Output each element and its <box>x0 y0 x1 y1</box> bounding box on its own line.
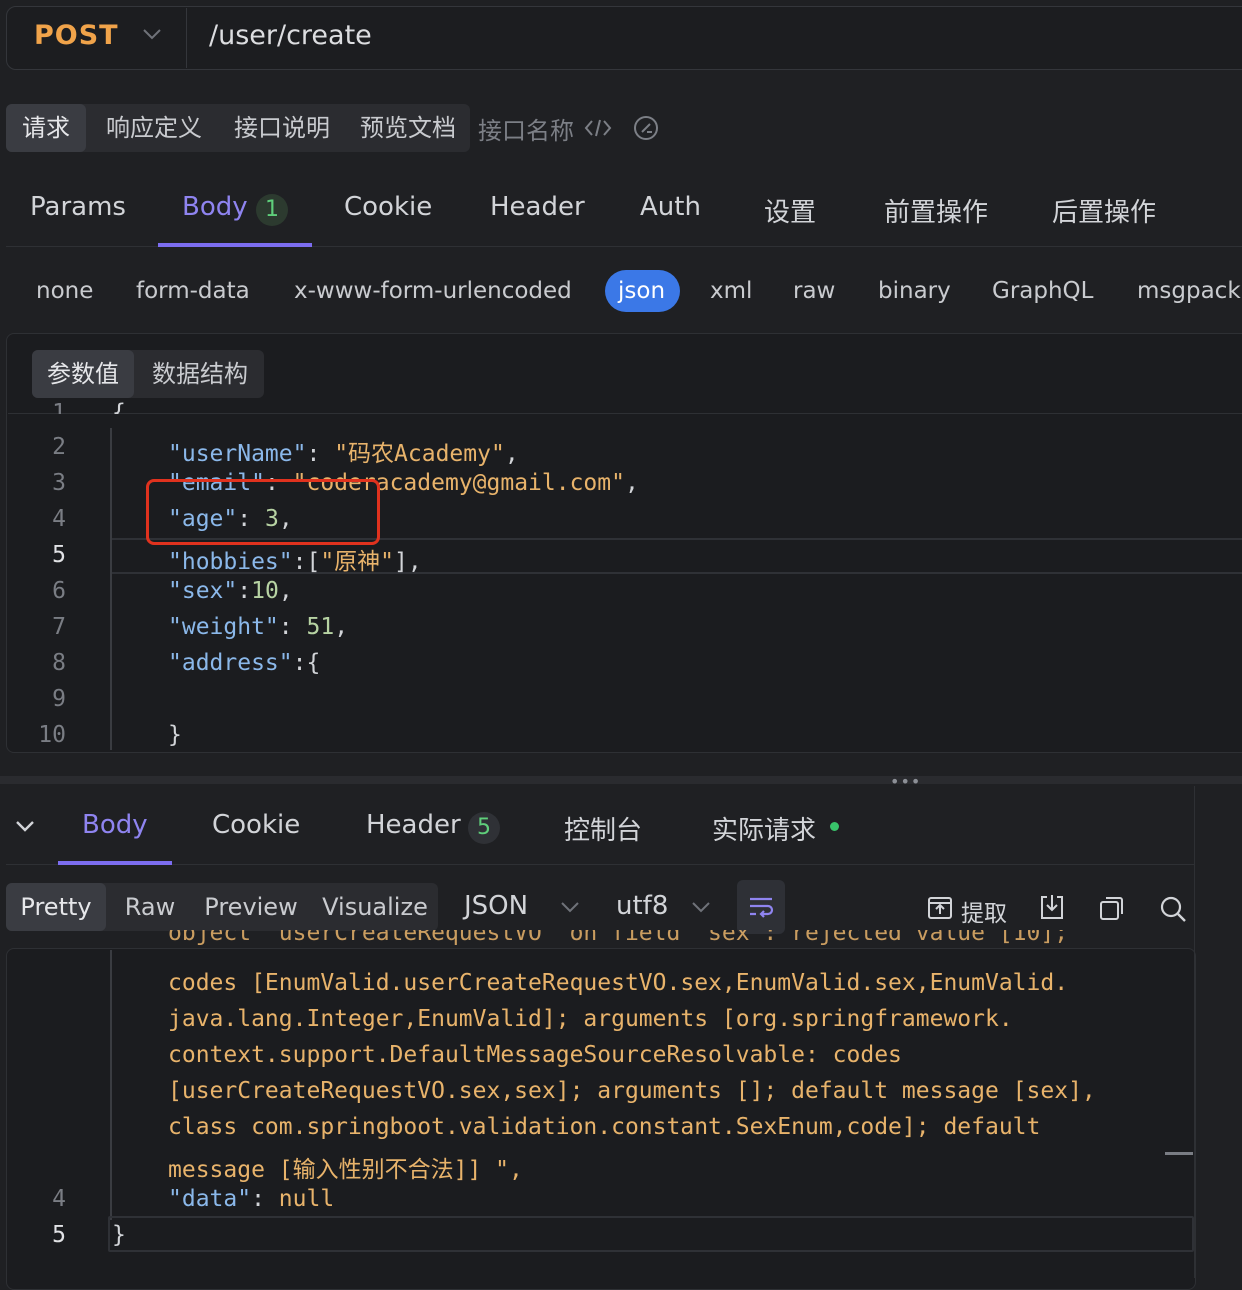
response-tab-cookie[interactable]: Cookie <box>212 810 300 840</box>
response-line: class com.springboot.validation.constant… <box>168 1114 1041 1140</box>
search-icon[interactable] <box>1158 894 1188 924</box>
format-select[interactable]: JSON <box>464 891 528 921</box>
line-number: 6 <box>52 578 66 604</box>
url-divider <box>186 8 187 68</box>
response-line: "data": null <box>168 1186 335 1212</box>
body-type-raw[interactable]: raw <box>793 278 835 304</box>
code-line: "sex":10, <box>168 578 293 604</box>
url-bar <box>6 6 1242 70</box>
response-line: message [输入性别不合法]] ", <box>168 1157 523 1183</box>
code-line: "address":{ <box>168 650 321 676</box>
chevron-down-icon[interactable] <box>140 22 164 46</box>
editor-divider <box>8 413 1242 414</box>
indent-guide <box>110 950 112 1220</box>
response-tab-actual-request[interactable]: 实际请求 <box>712 810 816 847</box>
word-wrap-button[interactable] <box>737 880 785 934</box>
tab-request[interactable]: 请求 <box>6 104 86 152</box>
request-tabs: 请求 响应定义 接口说明 预览文档 <box>6 104 470 152</box>
view-visualize[interactable]: Visualize <box>312 883 438 931</box>
annotation-highlight-box <box>146 479 380 545</box>
line-number: 2 <box>52 434 66 460</box>
response-line: codes [EnumValid.userCreateRequestVO.sex… <box>168 970 1069 996</box>
chevron-down-icon[interactable] <box>689 896 713 918</box>
status-dot <box>830 822 839 831</box>
indent-guide <box>110 428 112 750</box>
response-line: [userCreateRequestVO.sex,sex]; arguments… <box>168 1078 1096 1104</box>
copy-icon[interactable] <box>1098 894 1126 922</box>
view-preview[interactable]: Preview <box>190 883 312 931</box>
line-number: 1 <box>52 400 66 414</box>
view-mode-tabs: Pretty Raw Preview Visualize <box>6 883 438 931</box>
tab-auth[interactable]: Auth <box>640 192 701 222</box>
line-number: 5 <box>52 1222 66 1248</box>
tab-data-schema[interactable]: 数据结构 <box>136 350 264 398</box>
line-number: 7 <box>52 614 66 640</box>
tab-params[interactable]: Params <box>30 192 126 222</box>
line-number: 5 <box>52 542 66 568</box>
line-number: 4 <box>52 506 66 532</box>
body-type-xml[interactable]: xml <box>710 278 752 304</box>
body-type-urlencoded[interactable]: x-www-form-urlencoded <box>294 278 572 304</box>
tab-header[interactable]: Header <box>490 192 585 222</box>
line-number: 4 <box>52 1186 66 1212</box>
line-number: 3 <box>52 470 66 496</box>
line-number: 8 <box>52 650 66 676</box>
tab-preview-doc[interactable]: 预览文档 <box>346 104 470 152</box>
response-tab-header[interactable]: Header <box>366 810 461 840</box>
code-line: "hobbies":["原神"], <box>168 549 422 575</box>
body-type-msgpack[interactable]: msgpack <box>1137 278 1241 304</box>
tab-api-description[interactable]: 接口说明 <box>216 104 348 152</box>
encoding-select[interactable]: utf8 <box>616 891 668 921</box>
response-line: context.support.DefaultMessageSourceReso… <box>168 1042 902 1068</box>
drag-handle-icon[interactable]: ••• <box>890 772 921 791</box>
chevron-down-icon[interactable] <box>558 896 582 918</box>
code-brace-close: } <box>168 722 182 748</box>
url-input[interactable]: /user/create <box>209 20 372 51</box>
collapse-chevron-icon[interactable] <box>12 814 38 838</box>
tab-response-definition[interactable]: 响应定义 <box>92 104 216 152</box>
code-line: "weight": 51, <box>168 614 349 640</box>
tab-pre-operations[interactable]: 前置操作 <box>884 192 988 229</box>
response-line: object 'userCreateRequestVO' on field 's… <box>168 930 1069 946</box>
wrap-icon <box>750 897 774 918</box>
body-type-none[interactable]: none <box>36 278 93 304</box>
api-name-input[interactable]: 接口名称 <box>478 111 574 146</box>
extract-button[interactable]: 提取 <box>961 894 1007 928</box>
view-pretty[interactable]: Pretty <box>6 883 106 931</box>
response-line: java.lang.Integer,EnumValid]; arguments … <box>168 1006 1013 1032</box>
active-response-tab-indicator <box>58 861 172 865</box>
tab-settings[interactable]: 设置 <box>764 192 816 229</box>
panel-splitter[interactable] <box>0 776 1242 784</box>
line-number: 10 <box>38 722 66 748</box>
panel-border <box>1194 786 1195 1278</box>
download-icon[interactable] <box>1038 892 1066 922</box>
body-type-binary[interactable]: binary <box>878 278 951 304</box>
body-type-form-data[interactable]: form-data <box>136 278 250 304</box>
scrollbar-thumb[interactable] <box>1165 1152 1193 1155</box>
view-raw[interactable]: Raw <box>110 883 190 931</box>
active-tab-indicator <box>158 243 312 247</box>
edit-circle-icon[interactable] <box>632 114 660 142</box>
header-count-badge: 5 <box>468 812 500 844</box>
response-tab-console[interactable]: 控制台 <box>564 810 642 847</box>
code-brace-open: { <box>112 400 126 414</box>
extract-icon[interactable] <box>926 894 954 922</box>
body-type-graphql[interactable]: GraphQL <box>992 278 1093 304</box>
value-tabs: 参数值 数据结构 <box>32 350 264 398</box>
body-count-badge: 1 <box>256 194 288 226</box>
response-tab-divider <box>6 864 1194 865</box>
code-line: "userName": "码农Academy", <box>168 441 519 467</box>
current-line-highlight <box>108 1216 1194 1252</box>
tab-param-values[interactable]: 参数值 <box>32 350 134 398</box>
response-close-brace: } <box>112 1222 126 1248</box>
tab-cookie[interactable]: Cookie <box>344 192 432 222</box>
code-icon[interactable] <box>584 116 612 140</box>
method-select[interactable]: POST <box>34 20 119 51</box>
tab-body[interactable]: Body <box>182 192 248 222</box>
body-type-json[interactable]: json <box>618 278 665 304</box>
tab-post-operations[interactable]: 后置操作 <box>1052 192 1156 229</box>
line-number: 9 <box>52 686 66 712</box>
response-tab-body[interactable]: Body <box>82 810 148 840</box>
